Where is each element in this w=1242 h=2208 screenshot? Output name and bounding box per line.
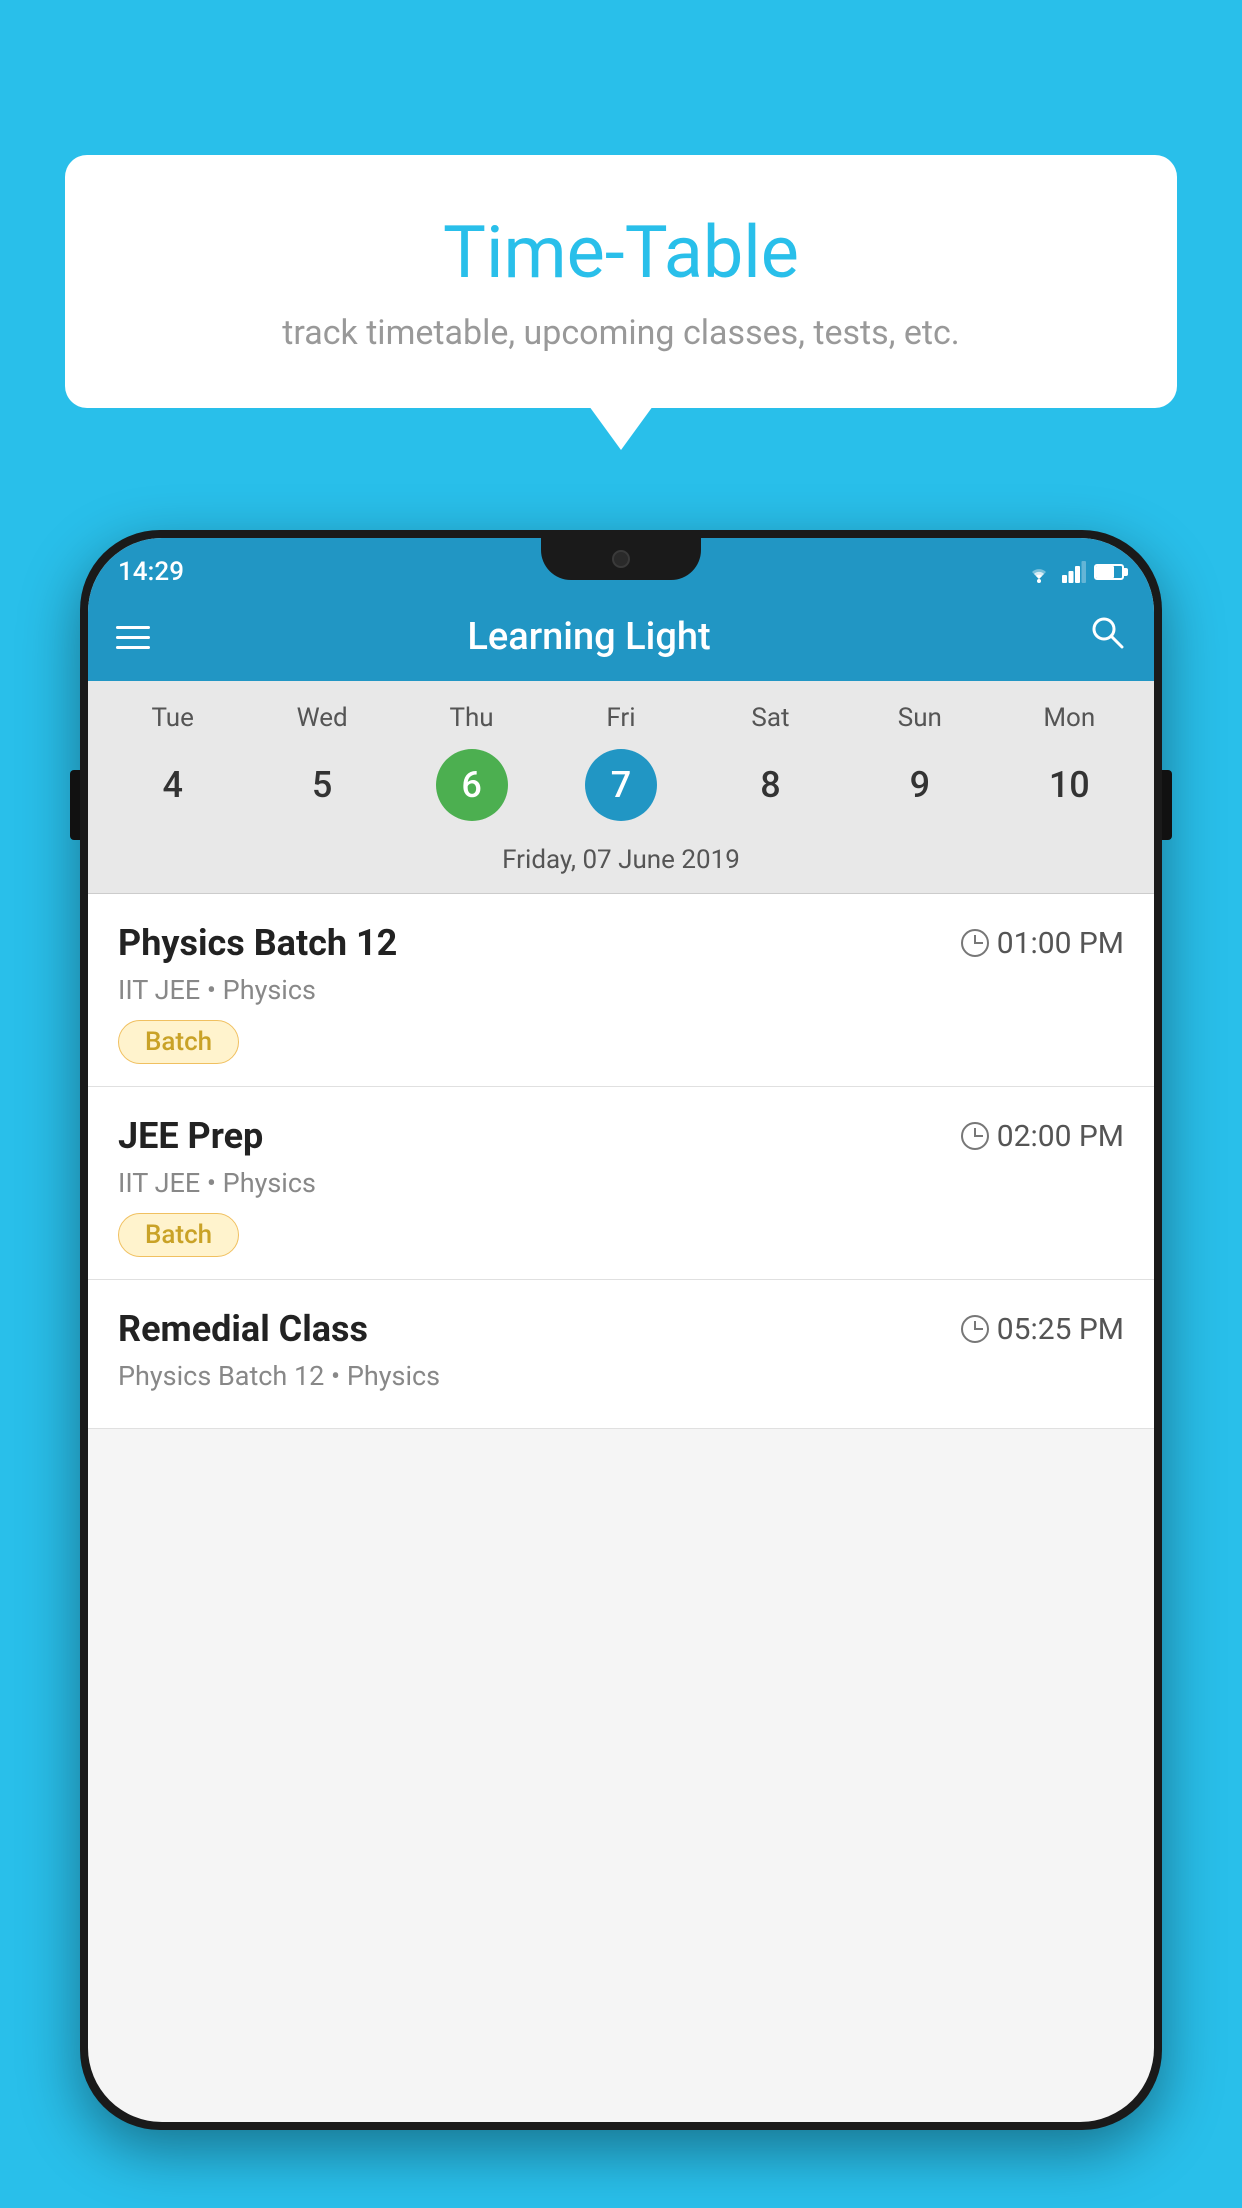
phone-container: 14:29 — [80, 530, 1162, 2208]
schedule-item-2-header: Remedial Class 05:25 PM — [118, 1308, 1124, 1350]
menu-button[interactable] — [116, 626, 150, 649]
schedule-item-0-time: 01:00 PM — [961, 926, 1124, 961]
date-4[interactable]: 4 — [137, 749, 209, 821]
day-label-sun[interactable]: Sun — [845, 695, 994, 741]
schedule-item-2-time-text: 05:25 PM — [997, 1312, 1124, 1347]
day-label-tue[interactable]: Tue — [98, 695, 247, 741]
date-5[interactable]: 5 — [286, 749, 358, 821]
status-time: 14:29 — [118, 557, 184, 587]
volume-button-left — [70, 770, 80, 840]
day-label-thu[interactable]: Thu — [397, 695, 546, 741]
schedule-item-1[interactable]: JEE Prep 02:00 PM IIT JEE • Physics Batc… — [88, 1087, 1154, 1280]
power-button-right — [1162, 770, 1172, 840]
calendar-dates: 4 5 6 7 8 9 10 — [88, 741, 1154, 835]
bubble-title: Time-Table — [125, 210, 1117, 295]
calendar-strip: Tue Wed Thu Fri Sat Sun Mon 4 5 6 7 8 9 … — [88, 681, 1154, 894]
wifi-icon — [1024, 561, 1054, 583]
schedule-item-0-title: Physics Batch 12 — [118, 922, 397, 964]
date-10[interactable]: 10 — [1033, 749, 1105, 821]
bubble-subtitle: track timetable, upcoming classes, tests… — [125, 313, 1117, 353]
clock-icon-0 — [961, 929, 989, 957]
phone-screen: 14:29 — [88, 538, 1154, 2122]
battery-icon — [1094, 564, 1124, 580]
calendar-days-header: Tue Wed Thu Fri Sat Sun Mon — [88, 695, 1154, 741]
phone-notch — [541, 538, 701, 580]
clock-icon-2 — [961, 1315, 989, 1343]
status-icons — [1024, 561, 1124, 583]
batch-tag-0: Batch — [118, 1020, 239, 1064]
schedule-item-0-time-text: 01:00 PM — [997, 926, 1124, 961]
day-label-wed[interactable]: Wed — [247, 695, 396, 741]
schedule-item-2-time: 05:25 PM — [961, 1312, 1124, 1347]
schedule-item-0[interactable]: Physics Batch 12 01:00 PM IIT JEE • Phys… — [88, 894, 1154, 1087]
schedule-item-0-header: Physics Batch 12 01:00 PM — [118, 922, 1124, 964]
date-8[interactable]: 8 — [734, 749, 806, 821]
speech-bubble-container: Time-Table track timetable, upcoming cla… — [65, 155, 1177, 408]
phone-outer: 14:29 — [80, 530, 1162, 2130]
search-button[interactable] — [1088, 613, 1126, 661]
date-9[interactable]: 9 — [884, 749, 956, 821]
schedule-item-2-title: Remedial Class — [118, 1308, 368, 1350]
batch-tag-1: Batch — [118, 1213, 239, 1257]
schedule-item-2[interactable]: Remedial Class 05:25 PM Physics Batch 12… — [88, 1280, 1154, 1429]
day-label-sat[interactable]: Sat — [696, 695, 845, 741]
schedule-list: Physics Batch 12 01:00 PM IIT JEE • Phys… — [88, 894, 1154, 1429]
schedule-item-1-header: JEE Prep 02:00 PM — [118, 1115, 1124, 1157]
schedule-item-1-time-text: 02:00 PM — [997, 1119, 1124, 1154]
schedule-item-1-sub: IIT JEE • Physics — [118, 1167, 1124, 1199]
signal-icon — [1062, 561, 1086, 583]
day-label-fri[interactable]: Fri — [546, 695, 695, 741]
selected-date-label: Friday, 07 June 2019 — [88, 835, 1154, 894]
clock-icon-1 — [961, 1122, 989, 1150]
front-camera — [612, 550, 630, 568]
date-7-selected[interactable]: 7 — [585, 749, 657, 821]
day-label-mon[interactable]: Mon — [995, 695, 1144, 741]
speech-bubble: Time-Table track timetable, upcoming cla… — [65, 155, 1177, 408]
date-6-today[interactable]: 6 — [436, 749, 508, 821]
app-bar: Learning Light — [88, 593, 1154, 681]
app-title: Learning Light — [178, 615, 1000, 659]
schedule-item-1-title: JEE Prep — [118, 1115, 263, 1157]
schedule-item-0-sub: IIT JEE • Physics — [118, 974, 1124, 1006]
schedule-item-1-time: 02:00 PM — [961, 1119, 1124, 1154]
schedule-item-2-sub: Physics Batch 12 • Physics — [118, 1360, 1124, 1392]
